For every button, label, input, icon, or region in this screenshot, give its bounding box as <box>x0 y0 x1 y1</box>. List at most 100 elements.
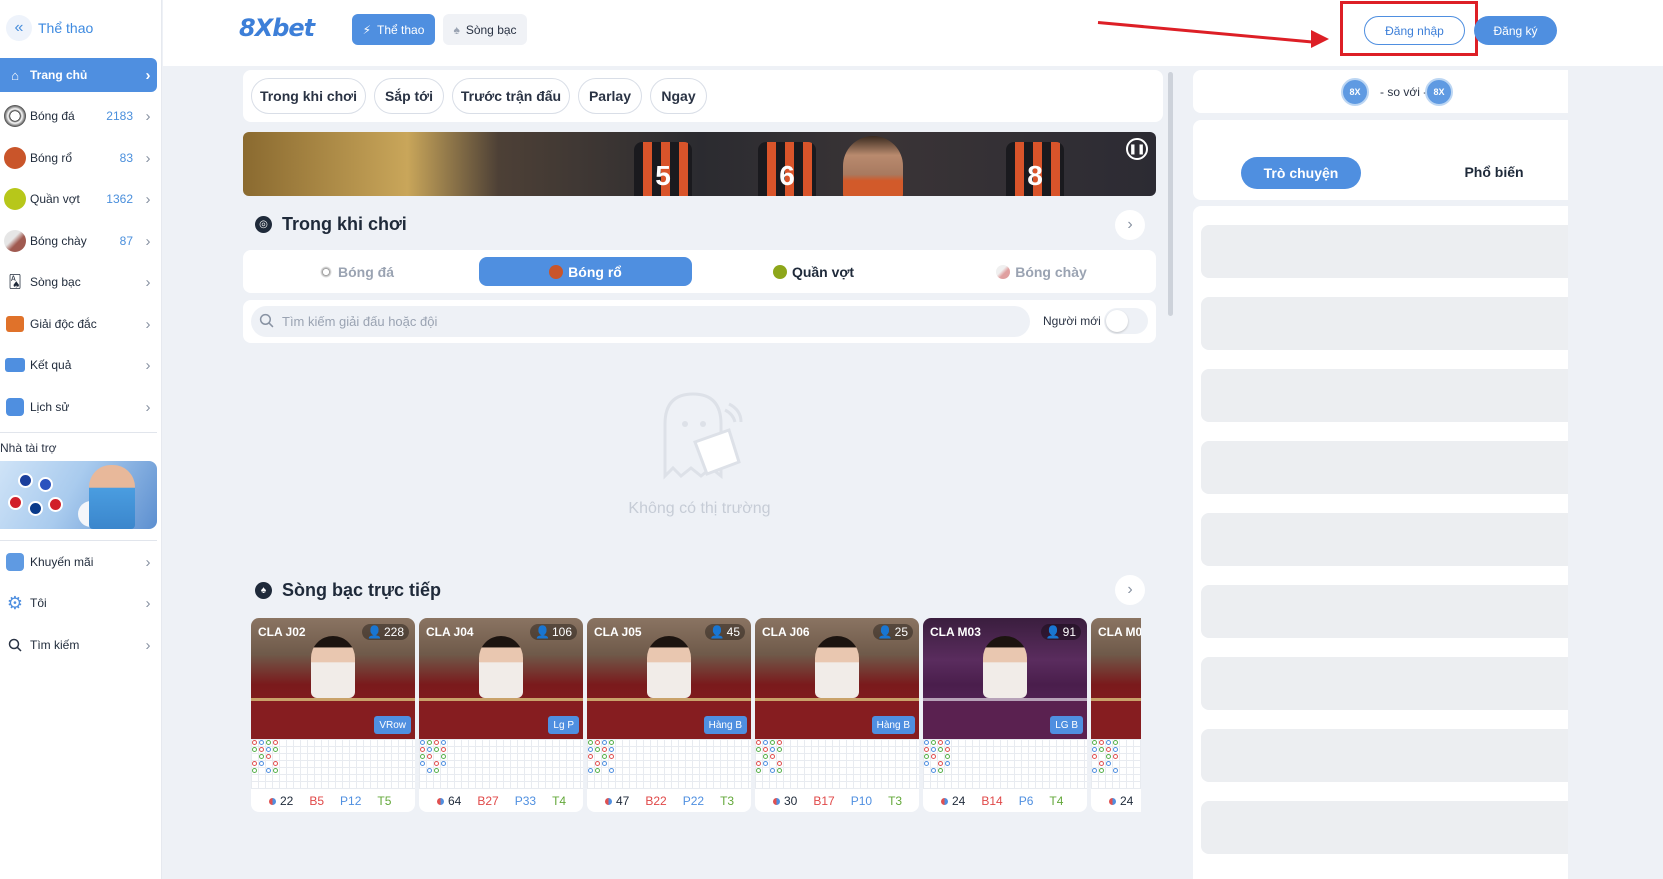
casino-section-title-text: Sòng bạc trực tiếp <box>282 580 442 600</box>
hero-banner[interactable]: 5 6 8 ❚❚ <box>243 132 1156 196</box>
ambassador-image <box>89 465 135 529</box>
banker-count: B17 <box>813 794 835 808</box>
banker-count: B27 <box>477 794 499 808</box>
sidebar-item-home[interactable]: ⌂ Trang chủ › <box>0 58 157 92</box>
sidebar-divider <box>0 432 157 433</box>
sidebar-item-search[interactable]: Tìm kiếm › <box>0 628 157 662</box>
top-header: 8Xbet ⚡ Thể thao ♠ Sòng bạc Đăng nhập Đă… <box>163 0 1663 66</box>
loading-placeholder <box>1201 585 1568 638</box>
tab-soccer[interactable]: Bóng đá <box>250 257 463 286</box>
casino-table-card[interactable]: CLA M03 👤 91 LG B 24 B14 P6 T4 <box>923 618 1087 812</box>
casino-table-card[interactable]: CLA J02 👤 228 VRow 22 B5 P12 T5 <box>251 618 415 812</box>
sidebar-item-tennis[interactable]: Quần vợt 1362 › <box>0 182 157 216</box>
bead-dot <box>609 740 614 745</box>
bead-dot <box>770 754 775 759</box>
bead-dot <box>1113 754 1118 759</box>
filter-chip-upcoming[interactable]: Sắp tới <box>374 78 444 114</box>
loading-placeholder <box>1201 513 1568 566</box>
table-name: CLA J04 <box>426 625 474 639</box>
sidebar-item-results[interactable]: Kết quả › <box>0 348 157 382</box>
sidebar-item-baseball[interactable]: Bóng chày 87 › <box>0 224 157 258</box>
user-icon: 👤 <box>1045 625 1061 639</box>
total-count: 24 <box>1120 794 1134 808</box>
casino-table-card[interactable]: CLA M05 24 <box>1091 618 1141 812</box>
filter-chip-today[interactable]: Ngay <box>650 78 707 114</box>
filter-chip-prematch[interactable]: Trước trận đấu <box>452 78 570 114</box>
bead-dot <box>938 747 943 752</box>
bead-dot <box>266 740 271 745</box>
sidebar-item-label: Tìm kiếm <box>30 638 80 652</box>
bead-dot <box>770 740 775 745</box>
bead-dot <box>420 761 425 766</box>
sidebar-item-jackpot[interactable]: Giải độc đắc › <box>0 307 157 341</box>
bead-dot <box>434 768 439 773</box>
bead-dot <box>777 747 782 752</box>
sidebar-item-label: Lịch sử <box>30 400 70 414</box>
filter-chip-live[interactable]: Trong khi chơi <box>251 78 366 114</box>
sidebar-item-count: 83 <box>119 151 133 165</box>
filter-chip-parlay[interactable]: Parlay <box>578 78 642 114</box>
sponsor-banner[interactable] <box>0 461 157 529</box>
bead-dot <box>1106 754 1111 759</box>
bead-dot <box>938 768 943 773</box>
home-icon: ⌂ <box>11 67 19 83</box>
brand-logo[interactable]: 8Xbet <box>239 14 315 42</box>
bead-dot <box>420 747 425 752</box>
casino-chip-icon: ♠ <box>255 582 272 599</box>
gift-icon <box>6 553 24 571</box>
casino-table-card[interactable]: CLA J05 👤 45 Hàng B 47 B22 P22 T3 <box>587 618 751 812</box>
search-input[interactable] <box>282 314 982 329</box>
bead-dot <box>1099 768 1104 773</box>
casino-table-card[interactable]: CLA J06 👤 25 Hàng B 30 B17 P10 T3 <box>755 618 919 812</box>
tab-popular[interactable]: Phổ biến <box>1449 164 1539 180</box>
sidebar-item-soccer[interactable]: Bóng đá 2183 › <box>0 99 157 133</box>
tab-chat[interactable]: Trò chuyện <box>1241 157 1361 189</box>
jersey-image: 6 <box>758 142 816 196</box>
chevron-right-icon: › <box>145 594 151 612</box>
tab-basketball[interactable]: Bóng rổ <box>479 257 692 286</box>
road-tag: Hàng B <box>871 716 915 734</box>
pause-icon[interactable]: ❚❚ <box>1126 138 1148 160</box>
casino-table-card[interactable]: CLA J04 👤 106 Lg P 64 B27 P33 T4 <box>419 618 583 812</box>
loading-placeholder <box>1201 657 1568 710</box>
live-more-button[interactable]: › <box>1115 210 1145 240</box>
collapse-sidebar-icon[interactable]: « <box>6 15 32 41</box>
search-field[interactable] <box>251 306 1030 337</box>
sidebar: « Thể thao ⌂ Trang chủ › Bóng đá 2183 › … <box>0 0 162 879</box>
sidebar-item-count: 87 <box>119 234 133 248</box>
bead-dot <box>434 740 439 745</box>
tab-casino[interactable]: ♠ Sòng bạc <box>443 14 527 45</box>
sidebar-item-promotions[interactable]: Khuyến mãi › <box>0 545 157 579</box>
annotation-arrow <box>1097 21 1316 44</box>
loading-placeholder <box>1201 441 1568 494</box>
sidebar-item-me[interactable]: ⚙ Tôi › <box>0 586 157 620</box>
bead-dot <box>602 761 607 766</box>
login-button[interactable]: Đăng nhập <box>1364 16 1465 45</box>
tab-baseball[interactable]: Bóng chày <box>935 257 1148 286</box>
history-icon <box>6 398 24 416</box>
sidebar-divider <box>0 540 157 541</box>
bead-dot <box>1113 747 1118 752</box>
newbie-toggle[interactable] <box>1104 308 1148 334</box>
chevron-right-icon: › <box>145 636 151 654</box>
chevron-right-icon: › <box>145 356 151 374</box>
bead-dot <box>259 740 264 745</box>
tab-tennis[interactable]: Quần vợt <box>707 257 920 286</box>
club-crest-icon <box>18 473 33 488</box>
bead-dot <box>1106 761 1111 766</box>
bead-dot <box>427 754 432 759</box>
tab-sports[interactable]: ⚡ Thể thao <box>352 14 435 45</box>
match-header: 8X - so với - 8X <box>1193 70 1568 113</box>
loading-placeholder <box>1201 729 1568 782</box>
sidebar-item-casino[interactable]: 🂡 Sòng bạc › <box>0 265 157 299</box>
sidebar-item-basketball[interactable]: Bóng rổ 83 › <box>0 141 157 175</box>
register-button[interactable]: Đăng ký <box>1474 16 1557 45</box>
scrollbar-thumb[interactable] <box>1168 72 1173 316</box>
bead-dot <box>427 768 432 773</box>
basketball-icon <box>4 147 26 169</box>
bead-dot <box>1099 761 1104 766</box>
bead-dot <box>756 768 761 773</box>
casino-more-button[interactable]: › <box>1115 575 1145 605</box>
table-name: CLA J05 <box>594 625 642 639</box>
sidebar-item-history[interactable]: Lịch sử › <box>0 390 157 424</box>
